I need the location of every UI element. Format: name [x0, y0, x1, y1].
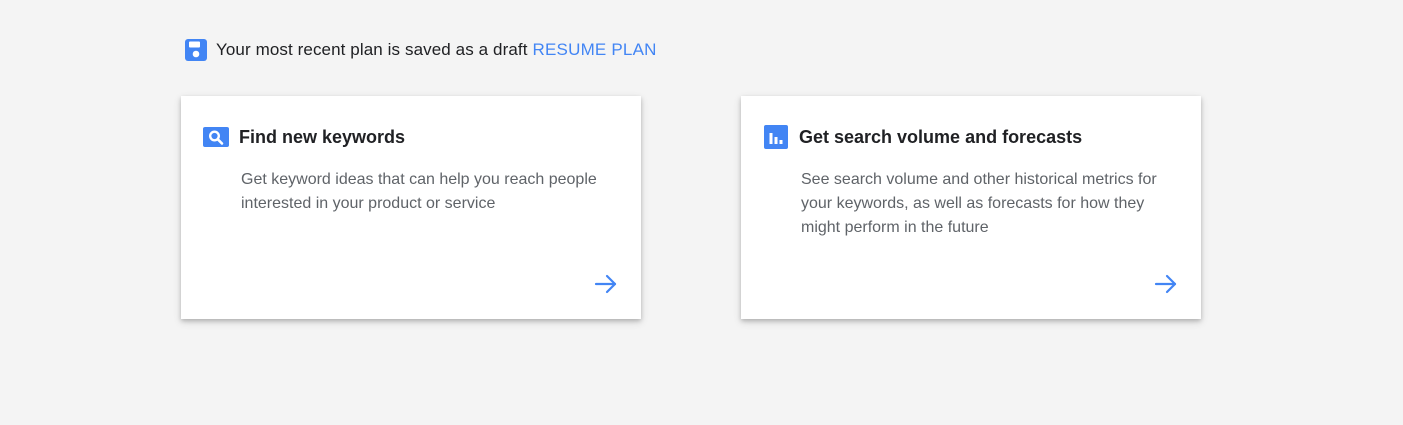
card-description: See search volume and other historical m… [801, 171, 1157, 236]
arrow-right-icon[interactable] [593, 271, 619, 297]
save-icon [184, 38, 208, 62]
search-icon [203, 124, 229, 150]
card-header: Get search volume and forecasts [763, 124, 1082, 150]
card-title: Get search volume and forecasts [799, 126, 1083, 147]
keyword-planner-page: Your most recent plan is saved as a draf… [0, 0, 1403, 425]
card-title: Find new keywords [239, 126, 406, 147]
draft-banner: Your most recent plan is saved as a draf… [184, 38, 657, 62]
search-volume-forecasts-card[interactable]: Get search volume and forecasts See sear… [741, 96, 1201, 319]
bar-chart-icon [763, 124, 789, 150]
card-description: Get keyword ideas that can help you reac… [241, 171, 597, 212]
resume-plan-link[interactable]: RESUME PLAN [533, 40, 657, 60]
arrow-right-icon[interactable] [1153, 271, 1179, 297]
card-header: Find new keywords [203, 124, 405, 150]
draft-message: Your most recent plan is saved as a draf… [216, 40, 528, 59]
find-new-keywords-card[interactable]: Find new keywords Get keyword ideas that… [181, 96, 641, 319]
